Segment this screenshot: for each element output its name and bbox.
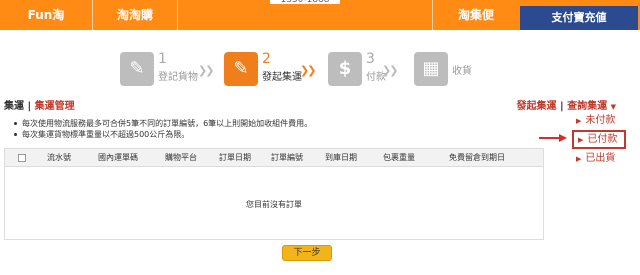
step-label: 發起集運 [262,72,302,83]
step-number: 2 [262,51,271,67]
breadcrumb-separator: | [27,101,35,112]
red-arrow-icon [539,134,567,142]
bullet-icon [14,122,17,125]
breadcrumb-current[interactable]: 集運管理 [35,101,75,112]
chevron-right-icon: ❯❯ [198,64,215,77]
select-all-checkbox[interactable] [18,154,26,162]
next-step-button[interactable]: 下一步 [282,245,332,261]
orders-table: 流水號 國內運單碼 購物平台 訂單日期 訂單編號 到庫日期 包裹重量 免費留倉到… [4,148,544,240]
chevron-right-icon: ❯❯ [300,64,317,77]
notes: 每次使用物流服務最多可合併5筆不同的訂單編號，6筆以上則開始加收組件費用。 每次… [14,118,312,140]
bullet-icon [14,133,17,136]
column-header: 訂單日期 [219,153,251,162]
nav-divider [177,0,178,30]
note-item: 每次集運貨物標準重量以不超過500公斤為限。 [14,129,312,140]
step-label: 登記貨物 [158,72,198,83]
column-header: 購物平台 [165,153,197,162]
status-paid[interactable]: ▶ 已付款 [572,130,626,149]
right-links: 發起集運 | 查詢集運 ▼ [517,97,617,112]
nav-taojibian[interactable]: 淘集便 [433,0,519,30]
alipay-topup-button[interactable]: 支付寶充値 [520,6,638,30]
status-unpaid[interactable]: ▶ 未付款 [572,113,626,129]
triangle-right-icon: ▶ [576,155,582,163]
gift-icon: ▦ [414,52,448,86]
empty-message: 您目前沒有訂單 [246,200,302,209]
triangle-right-icon: ▶ [576,117,582,125]
chevron-right-icon: ❯❯ [382,64,399,77]
column-header: 免費留倉到期日 [449,153,505,162]
triangle-right-icon: ▶ [578,136,584,144]
step-number: 3 [366,51,375,67]
nav-taotaogou[interactable]: 淘淘購 [93,0,177,30]
start-shipment-link[interactable]: 發起集運 [517,101,557,112]
note-item: 每次使用物流服務最多可合併5筆不同的訂單編號，6筆以上則開始加收組件費用。 [14,118,312,129]
step-label: 收貨 [452,66,472,77]
breadcrumb-section[interactable]: 集運 [4,101,24,112]
caret-down-icon[interactable]: ▼ [611,103,616,111]
breadcrumb: 集運 | 集運管理 [4,97,75,112]
column-header: 流水號 [47,153,71,162]
column-header: 到庫日期 [325,153,357,162]
table-header: 流水號 國內運單碼 購物平台 訂單日期 訂單編號 到庫日期 包裹重量 免費留倉到… [5,149,543,167]
edit-icon: ✎ [120,52,154,86]
column-header: 國內運單碼 [98,153,138,162]
status-shipped[interactable]: ▶ 已出貨 [572,151,626,167]
edit-icon: ✎ [224,52,258,86]
dollar-icon: $ [328,52,362,86]
nav-funtao[interactable]: Fun淘 [0,0,92,30]
column-header: 包裹重量 [383,153,415,162]
query-shipment-link[interactable]: 查詢集運 [567,101,607,112]
top-nav: Fun淘 淘淘購 1330-1888 淘集便 支付寶充値 [0,0,640,30]
step-number: 1 [158,51,167,67]
column-header: 訂單編號 [271,153,303,162]
phone-number: 1330-1888 [270,0,340,5]
